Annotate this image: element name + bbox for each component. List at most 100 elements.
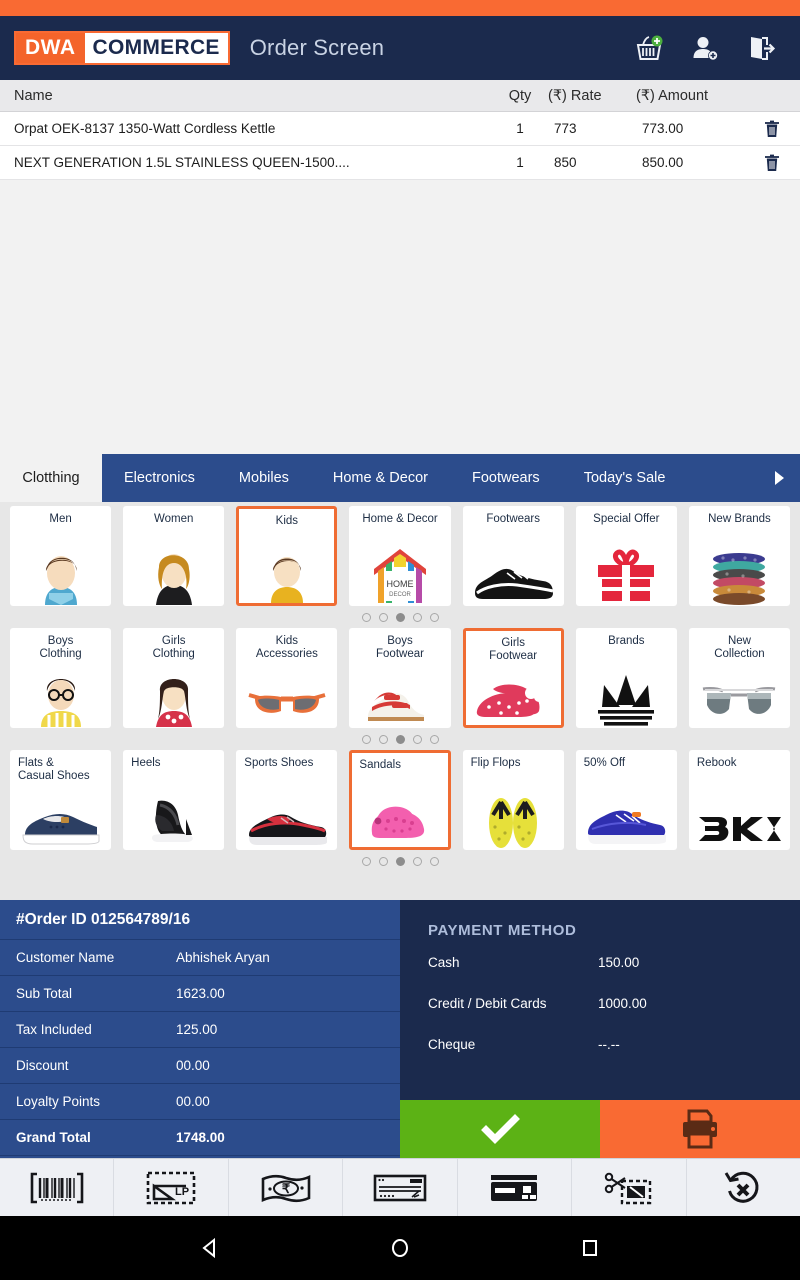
cheque-icon[interactable] [343, 1159, 458, 1216]
pagination-dot[interactable] [378, 613, 388, 622]
category-card[interactable]: Boys Footwear [349, 628, 451, 728]
table-row[interactable]: Orpat OEK-8137 1350-Watt Cordless Kettle… [0, 112, 800, 146]
category-card[interactable]: Girls Clothing [123, 628, 225, 728]
pagination-dot[interactable] [412, 613, 422, 622]
payment-method-title: PAYMENT METHOD [428, 922, 577, 939]
add-customer-icon[interactable] [688, 31, 722, 65]
pagination-dot[interactable] [429, 735, 439, 744]
payment-row[interactable]: Credit / Debit Cards 1000.00 [400, 996, 800, 1037]
category-card[interactable]: Girls Footwear [462, 628, 564, 728]
credit-card-icon[interactable] [458, 1159, 573, 1216]
category-card[interactable]: New Brands [688, 506, 791, 606]
category-card[interactable]: Brands [575, 628, 677, 728]
logout-icon[interactable] [744, 31, 778, 65]
cart-rows: Orpat OEK-8137 1350-Watt Cordless Kettle… [0, 112, 800, 180]
category-card[interactable]: Boys Clothing [10, 628, 112, 728]
tab-mobiles[interactable]: Mobiles [217, 454, 311, 502]
category-card-label: Girls Footwear [489, 637, 538, 663]
carousel-pagination-dots[interactable] [0, 606, 800, 628]
android-navigation-bar[interactable] [0, 1216, 800, 1280]
rbk-logo-icon [690, 770, 789, 849]
barcode-scan-icon[interactable] [0, 1159, 115, 1216]
category-tab-bar[interactable]: Clotthing Electronics Mobiles Home & Decor F… [0, 454, 800, 502]
category-card[interactable]: 50% Off [575, 750, 677, 850]
summary-row: Grand Total 1748.00 [0, 1120, 400, 1156]
category-card[interactable]: Flats & Casual Shoes [10, 750, 112, 850]
blue-slipon-icon [11, 783, 110, 849]
android-back-icon[interactable] [190, 1228, 230, 1268]
cart-item-qty: 1 [516, 121, 524, 136]
category-card[interactable]: Footwears [462, 506, 564, 606]
category-card[interactable]: Home & Decor HOME DECOR [349, 506, 451, 606]
payment-value: 1000.00 [598, 996, 647, 1011]
category-card-label: Sandals [359, 759, 401, 771]
cart-empty-space [0, 180, 800, 454]
category-card[interactable]: Sandals [349, 750, 451, 850]
category-card-label: Girls Clothing [152, 635, 195, 661]
category-card[interactable]: New Collection [688, 628, 791, 728]
pagination-dot[interactable] [412, 735, 422, 744]
category-card[interactable]: Special Offer [575, 506, 677, 606]
cash-note-icon[interactable]: ₹ [229, 1159, 344, 1216]
pagination-dot[interactable] [395, 735, 405, 744]
tab-clotthing[interactable]: Clotthing [0, 454, 102, 502]
payment-value: --.-- [598, 1037, 620, 1052]
summary-row: Customer Name Abhishek Aryan [0, 940, 400, 976]
summary-label: Loyalty Points [16, 1094, 101, 1109]
pagination-dot[interactable] [361, 735, 371, 744]
pagination-dot[interactable] [378, 735, 388, 744]
category-card[interactable]: Kids [236, 506, 338, 606]
sneaker-black-icon [464, 526, 563, 605]
chevron-right-icon[interactable] [758, 454, 800, 502]
svg-text:₹: ₹ [281, 1181, 290, 1196]
category-card-label: Footwears [486, 513, 540, 525]
red-flats-icon [466, 663, 561, 725]
tab-today-s-sale[interactable]: Today's Sale [562, 454, 688, 502]
action-toolbar[interactable]: LP ₹ [0, 1158, 800, 1216]
add-to-basket-icon[interactable] [632, 31, 666, 65]
cart-item-rate: 850 [554, 155, 577, 170]
pagination-dot[interactable] [361, 857, 371, 866]
loyalty-card-icon[interactable]: LP [114, 1159, 229, 1216]
column-header-rate: (₹) Rate [548, 87, 602, 104]
category-card-label: New Brands [708, 513, 771, 525]
android-recents-icon[interactable] [570, 1228, 610, 1268]
cancel-order-icon[interactable] [687, 1159, 800, 1216]
payment-row[interactable]: Cash 150.00 [400, 955, 800, 996]
category-card[interactable]: Kids Accessories [236, 628, 338, 728]
pagination-dot[interactable] [412, 857, 422, 866]
tab-electronics[interactable]: Electronics [102, 454, 217, 502]
confirm-order-button[interactable] [400, 1100, 600, 1158]
kid-avatar-icon [239, 528, 334, 603]
pagination-dot[interactable] [395, 857, 405, 866]
table-row[interactable]: NEXT GENERATION 1.5L STAINLESS QUEEN-150… [0, 146, 800, 180]
pink-clog-icon [352, 772, 447, 847]
check-icon [481, 1114, 520, 1144]
delete-icon[interactable] [744, 154, 800, 172]
coupon-cut-icon[interactable] [572, 1159, 687, 1216]
carousel-pagination-dots[interactable] [0, 850, 800, 872]
pagination-dot[interactable] [429, 613, 439, 622]
category-card[interactable]: Rebook [688, 750, 791, 850]
print-receipt-button[interactable] [600, 1100, 800, 1158]
pagination-dot[interactable] [378, 857, 388, 866]
category-card-label: Boys Footwear [376, 635, 424, 661]
pagination-dot[interactable] [429, 857, 439, 866]
summary-value: 1623.00 [176, 986, 225, 1001]
category-card[interactable]: Sports Shoes [236, 750, 338, 850]
category-card[interactable]: Flip Flops [462, 750, 564, 850]
pagination-dot[interactable] [395, 613, 405, 622]
category-card[interactable]: Men [10, 506, 112, 606]
payment-row[interactable]: Cheque --.-- [400, 1037, 800, 1078]
pagination-dot[interactable] [361, 613, 371, 622]
tab-footwears[interactable]: Footwears [450, 454, 562, 502]
category-card[interactable]: Heels [123, 750, 225, 850]
aviator-sunglasses-icon [690, 661, 789, 727]
carousel-pagination-dots[interactable] [0, 728, 800, 750]
android-home-icon[interactable] [380, 1228, 420, 1268]
delete-icon[interactable] [744, 120, 800, 138]
category-card[interactable]: Women [123, 506, 225, 606]
tab-home-decor[interactable]: Home & Decor [311, 454, 450, 502]
summary-value: 1748.00 [176, 1130, 225, 1145]
page-title: Order Screen [249, 35, 385, 60]
